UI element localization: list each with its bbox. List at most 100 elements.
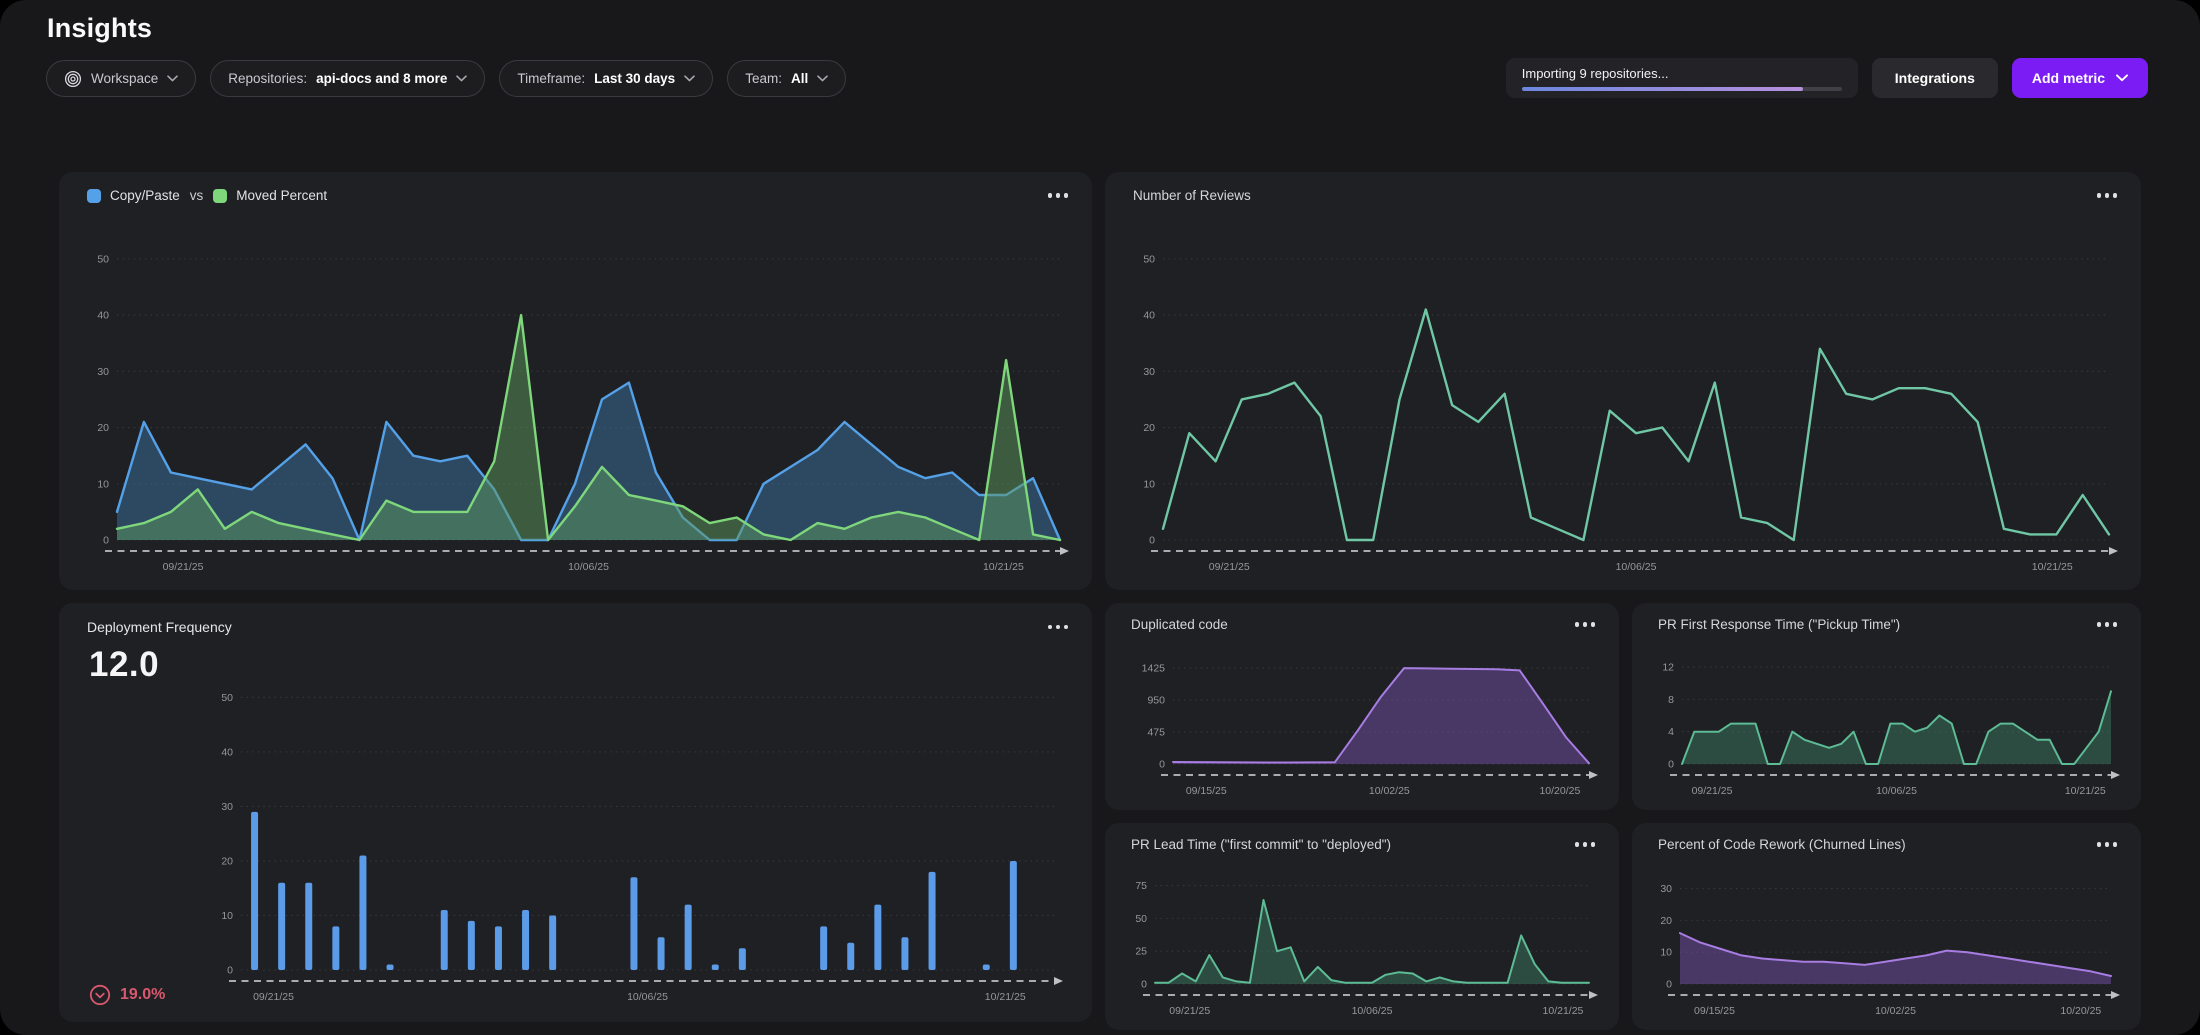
svg-text:09/21/25: 09/21/25 — [253, 991, 294, 1003]
trend-down-icon — [89, 984, 111, 1006]
legend-swatch-moved-percent — [213, 189, 227, 203]
workspace-filter-label: Workspace — [91, 71, 158, 86]
legend-swatch-copy-paste — [87, 189, 101, 203]
card-title: PR First Response Time ("Pickup Time") — [1658, 617, 1900, 632]
svg-text:09/21/25: 09/21/25 — [163, 561, 204, 573]
svg-text:0: 0 — [1666, 979, 1672, 991]
more-menu-icon[interactable] — [1046, 620, 1071, 635]
more-menu-icon[interactable] — [2095, 617, 2120, 632]
svg-text:09/15/25: 09/15/25 — [1186, 785, 1227, 797]
svg-text:10/21/25: 10/21/25 — [983, 561, 1024, 573]
svg-text:09/21/25: 09/21/25 — [1692, 785, 1733, 797]
more-menu-icon[interactable] — [2095, 837, 2120, 852]
chevron-down-icon — [817, 75, 828, 82]
svg-text:40: 40 — [1143, 310, 1155, 322]
svg-text:8: 8 — [1668, 694, 1674, 706]
add-metric-button[interactable]: Add metric — [2012, 58, 2148, 98]
svg-text:10/06/25: 10/06/25 — [568, 561, 609, 573]
svg-text:0: 0 — [1149, 535, 1155, 547]
deployment-frequency-chart-canvas: 0102030405009/21/2510/06/2510/21/25 — [197, 667, 1074, 1014]
header-actions: Importing 9 repositories... Integrations… — [1506, 58, 2148, 98]
card-pr-first-response-time: PR First Response Time ("Pickup Time") 0… — [1632, 603, 2141, 810]
svg-text:30: 30 — [1660, 883, 1672, 895]
chart-legend: Copy/Paste vs Moved Percent — [87, 188, 327, 203]
card-duplicated-code: Duplicated code 0475950142509/15/2510/02… — [1105, 603, 1619, 810]
svg-text:10/21/25: 10/21/25 — [985, 991, 1026, 1003]
svg-text:40: 40 — [221, 746, 233, 758]
svg-text:10/02/25: 10/02/25 — [1875, 1005, 1916, 1017]
svg-text:10/21/25: 10/21/25 — [2032, 561, 2073, 573]
svg-text:09/21/25: 09/21/25 — [1169, 1005, 1210, 1017]
repositories-filter-label: Repositories: — [228, 71, 307, 86]
copy-paste-moved-chart-canvas: 0102030405009/21/2510/06/2510/21/25 — [73, 228, 1080, 584]
import-status-card: Importing 9 repositories... — [1506, 58, 1858, 98]
team-filter-value: All — [791, 71, 808, 86]
page-title: Insights — [47, 13, 152, 44]
number-of-reviews-chart-canvas: 0102030405009/21/2510/06/2510/21/25 — [1119, 228, 2129, 584]
legend-separator: vs — [190, 188, 204, 203]
timeframe-filter[interactable]: Timeframe: Last 30 days — [499, 60, 713, 97]
more-menu-icon[interactable] — [1046, 188, 1071, 203]
svg-text:50: 50 — [221, 692, 233, 704]
trend-value: 19.0% — [120, 986, 165, 1004]
more-menu-icon[interactable] — [2095, 188, 2120, 203]
insights-dashboard: Insights Workspace Repositories: api-doc… — [0, 0, 2200, 1035]
more-menu-icon[interactable] — [1573, 617, 1598, 632]
svg-text:50: 50 — [1135, 913, 1147, 925]
team-filter-label: Team: — [745, 71, 782, 86]
svg-text:25: 25 — [1135, 946, 1147, 958]
card-title: Number of Reviews — [1133, 188, 1251, 203]
pr-first-response-chart-canvas: 0481209/21/2510/06/2510/21/25 — [1640, 645, 2131, 808]
svg-text:0: 0 — [227, 965, 233, 977]
card-copy-paste-vs-moved: Copy/Paste vs Moved Percent 010203040500… — [59, 172, 1092, 590]
filter-bar: Workspace Repositories: api-docs and 8 m… — [46, 60, 846, 97]
card-deployment-frequency: Deployment Frequency 12.0 0102030405009/… — [59, 603, 1092, 1022]
repositories-filter-value: api-docs and 8 more — [316, 71, 447, 86]
import-progress-bar — [1522, 87, 1842, 91]
workspace-filter[interactable]: Workspace — [46, 60, 196, 97]
card-title: Deployment Frequency — [87, 619, 232, 635]
svg-text:10/06/25: 10/06/25 — [1352, 1005, 1393, 1017]
svg-text:10/21/25: 10/21/25 — [2065, 785, 2106, 797]
svg-text:1425: 1425 — [1142, 663, 1166, 675]
card-title: Duplicated code — [1131, 617, 1228, 632]
legend-label-moved-percent: Moved Percent — [236, 188, 327, 203]
integrations-button[interactable]: Integrations — [1872, 58, 1998, 98]
svg-text:20: 20 — [221, 855, 233, 867]
svg-text:950: 950 — [1147, 695, 1165, 707]
workspace-icon — [64, 70, 82, 88]
chevron-down-icon — [2116, 74, 2128, 82]
more-menu-icon[interactable] — [1573, 837, 1598, 852]
svg-text:10: 10 — [97, 478, 109, 490]
svg-text:50: 50 — [1143, 253, 1155, 265]
repositories-filter[interactable]: Repositories: api-docs and 8 more — [210, 60, 485, 97]
svg-text:09/21/25: 09/21/25 — [1209, 561, 1250, 573]
svg-text:10/06/25: 10/06/25 — [1616, 561, 1657, 573]
trend-badge: 19.0% — [89, 984, 165, 1006]
card-percent-code-rework: Percent of Code Rework (Churned Lines) 0… — [1632, 823, 2141, 1030]
svg-text:0: 0 — [103, 535, 109, 547]
svg-text:40: 40 — [97, 310, 109, 322]
deployment-frequency-value: 12.0 — [89, 645, 159, 685]
team-filter[interactable]: Team: All — [727, 60, 846, 97]
timeframe-filter-label: Timeframe: — [517, 71, 585, 86]
import-progress-fill — [1522, 87, 1804, 91]
svg-text:75: 75 — [1135, 880, 1147, 892]
svg-text:09/15/25: 09/15/25 — [1694, 1005, 1735, 1017]
svg-text:10/06/25: 10/06/25 — [1876, 785, 1917, 797]
svg-text:12: 12 — [1662, 662, 1674, 674]
import-status-text: Importing 9 repositories... — [1522, 66, 1842, 81]
svg-text:10/02/25: 10/02/25 — [1369, 785, 1410, 797]
svg-text:475: 475 — [1147, 727, 1165, 739]
svg-text:10/20/25: 10/20/25 — [1539, 785, 1580, 797]
svg-text:10/06/25: 10/06/25 — [627, 991, 668, 1003]
add-metric-label: Add metric — [2032, 70, 2105, 86]
svg-text:4: 4 — [1668, 726, 1674, 738]
svg-text:30: 30 — [1143, 366, 1155, 378]
svg-text:10: 10 — [1660, 947, 1672, 959]
svg-text:30: 30 — [221, 801, 233, 813]
chevron-down-icon — [167, 75, 178, 82]
card-pr-lead-time: PR Lead Time ("first commit" to "deploye… — [1105, 823, 1619, 1030]
card-title: Percent of Code Rework (Churned Lines) — [1658, 837, 1906, 852]
timeframe-filter-value: Last 30 days — [594, 71, 675, 86]
